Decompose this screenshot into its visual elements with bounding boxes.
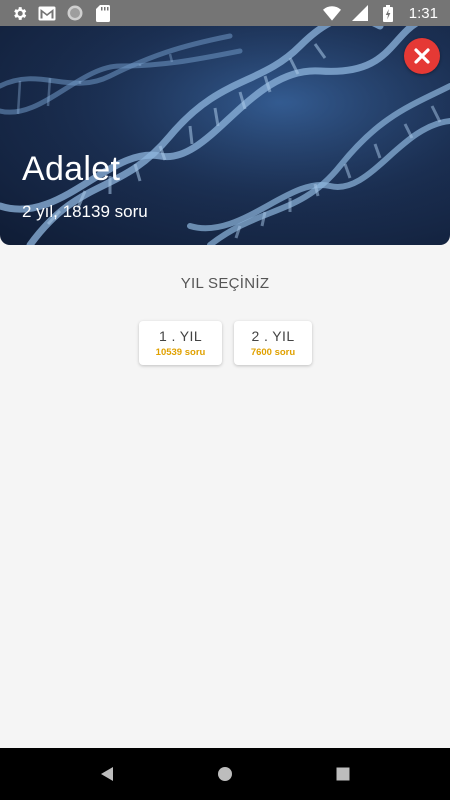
section-title: YIL SEÇİNİZ (180, 275, 270, 292)
status-bar-right: 1:31 (322, 4, 438, 22)
page-title: Adalet (22, 150, 121, 188)
year-label: 2 . YIL (251, 328, 295, 344)
year-question-count: 7600 soru (250, 347, 296, 358)
close-button[interactable] (404, 38, 440, 74)
year-label: 1 . YIL (158, 328, 203, 344)
year-card-2[interactable]: 2 . YIL 7600 soru (234, 321, 312, 365)
status-bar: 1:31 (0, 0, 450, 26)
gear-icon (10, 4, 28, 22)
back-icon[interactable] (97, 764, 117, 784)
navigation-bar (0, 748, 450, 800)
gmail-icon (38, 4, 56, 22)
sd-card-icon (94, 4, 112, 22)
status-bar-left (10, 4, 112, 22)
close-icon (414, 48, 430, 64)
status-time: 1:31 (408, 4, 438, 22)
header-banner: Adalet 2 yıl, 18139 soru (0, 26, 450, 245)
page-subtitle: 2 yıl, 18139 soru (22, 202, 148, 221)
year-question-count: 10539 soru (155, 347, 206, 358)
circle-icon (66, 4, 84, 22)
recents-icon[interactable] (333, 764, 353, 784)
signal-icon (351, 4, 369, 22)
year-card-1[interactable]: 1 . YIL 10539 soru (139, 321, 222, 365)
battery-icon (379, 4, 397, 22)
home-icon[interactable] (215, 764, 235, 784)
wifi-icon (322, 4, 341, 22)
